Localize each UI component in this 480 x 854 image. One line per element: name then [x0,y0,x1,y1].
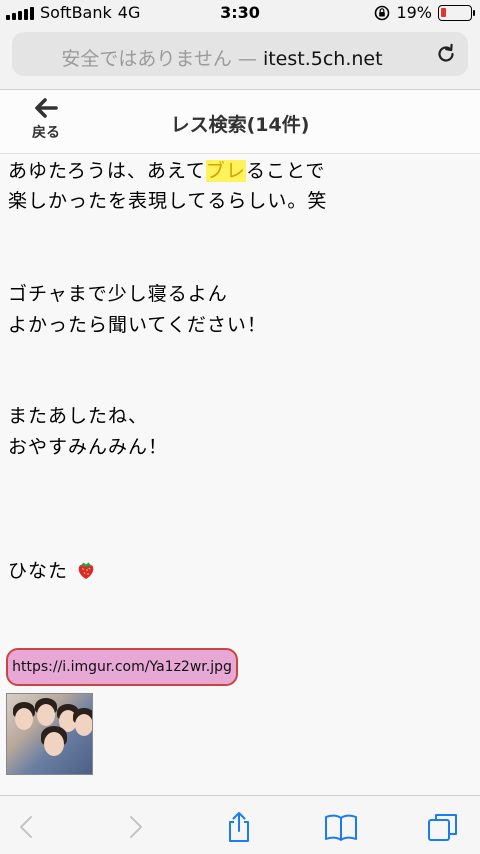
thumb-person [37,704,55,726]
url-domain: itest.5ch.net [262,48,383,70]
url-text[interactable]: 安全ではありません — itest.5ch.net [12,44,432,71]
thumb-person [15,708,33,730]
tabs-icon[interactable] [426,810,460,844]
share-icon[interactable] [222,810,256,844]
post-line-2: 楽しかったを表現してるらしい。笑 [8,190,328,212]
signature-text: ひなた [8,560,69,582]
post-content: あゆたろうは、あえてブレることで 楽しかったを表現してるらしい。笑 ゴチャまで少… [0,155,480,795]
image-thumbnail[interactable] [6,693,93,775]
post-line-5: またあしたね、 [8,405,149,427]
page-title: レス検索(14件) [170,114,310,136]
reload-icon[interactable] [434,42,458,66]
post-line-4: よかったら聞いてください！ [8,314,267,336]
post-line-3: ゴチャまで少し寝るよん [8,283,228,305]
battery-icon [438,4,475,21]
status-right: 19% [374,3,475,22]
post-text: あゆたろうは、あえて [8,160,206,182]
image-link-button[interactable]: https://i.imgur.com/Ya1z2wr.jpg [6,648,238,686]
browser-toolbar [0,795,480,854]
battery-percent: 19% [396,3,432,22]
back-arrow-icon[interactable] [10,810,44,844]
strawberry-icon [78,562,94,579]
battery-fill [441,7,446,17]
post-line-7: ひなた [8,555,97,587]
address-bar[interactable]: 安全ではありません — itest.5ch.net [12,32,468,76]
post-line-6: おやすみんみん！ [8,436,169,458]
rotation-lock-icon [375,5,390,20]
bookmarks-icon[interactable] [324,810,358,844]
search-highlight: ブレ [205,160,246,182]
insecure-label: 安全ではありません — [61,48,257,70]
post-text: ることで [245,160,326,182]
thumb-person [44,732,64,756]
thumb-person [75,714,92,736]
status-bar: SoftBank 4G 3:30 19% [0,0,480,26]
page-nav-bar: 戻る レス検索(14件) [0,90,480,154]
post-line-1: あゆたろうは、あえてブレることで [8,155,325,187]
address-bar-area: 安全ではありません — itest.5ch.net [0,26,480,90]
forward-arrow-icon[interactable] [118,810,152,844]
